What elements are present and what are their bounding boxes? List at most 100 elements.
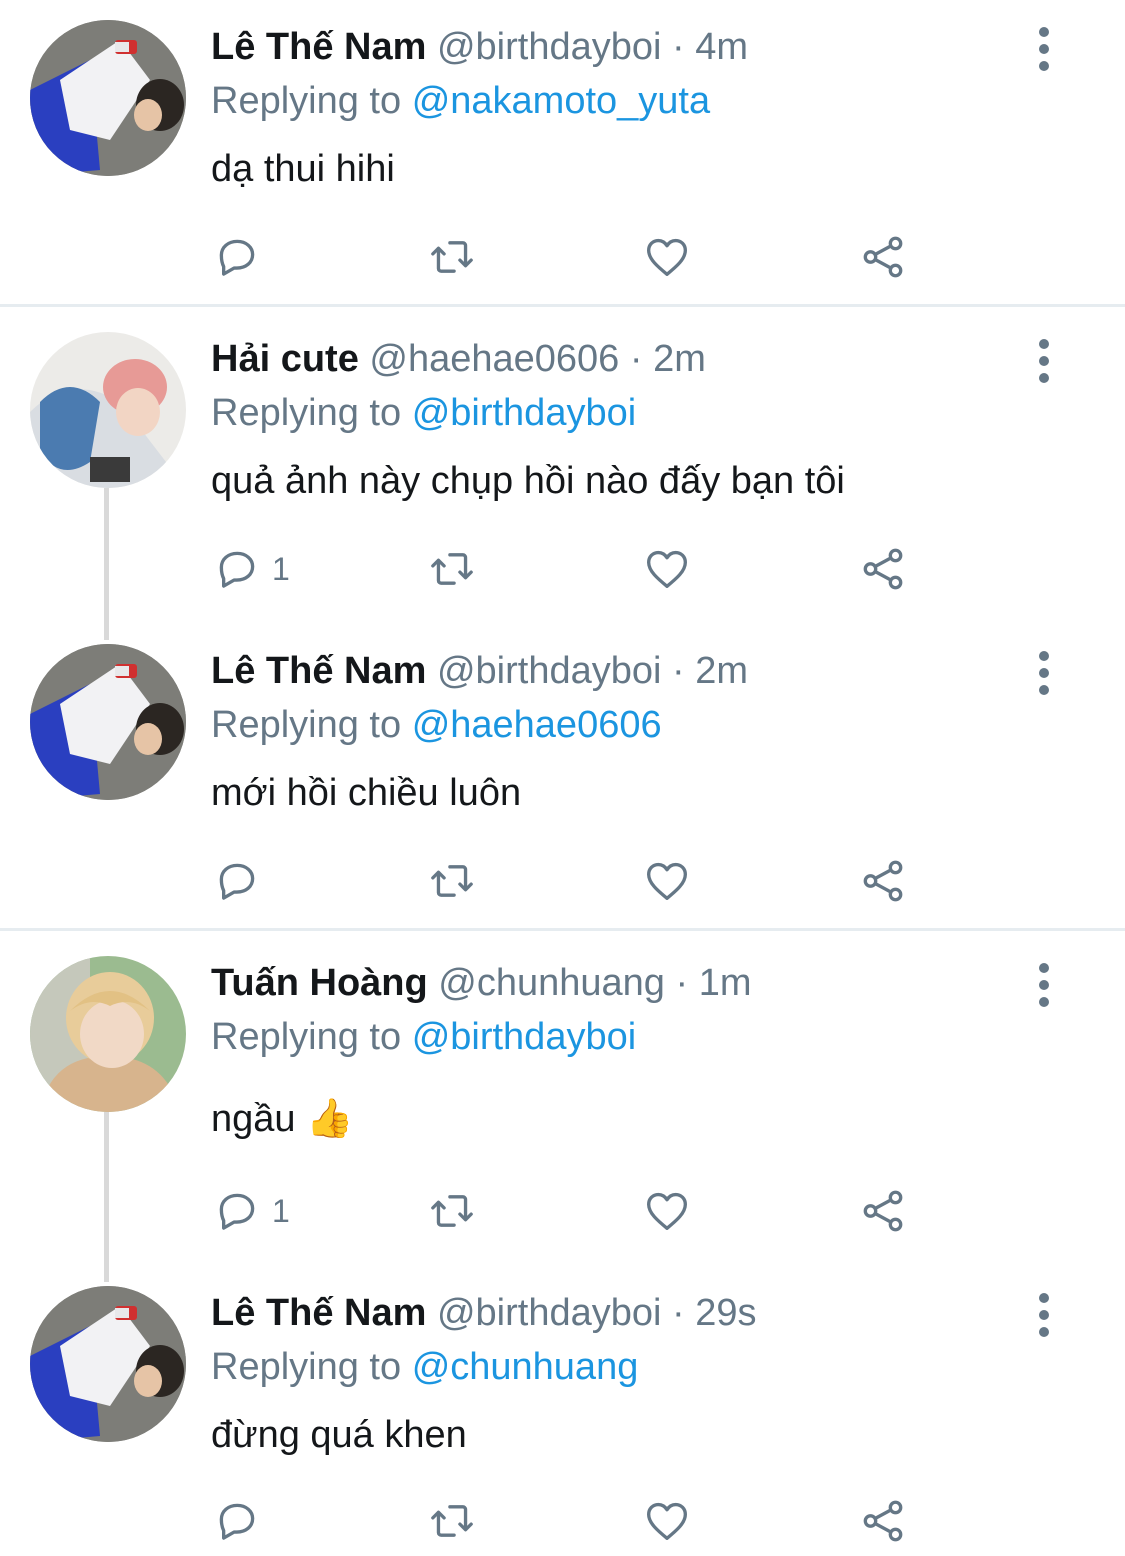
- replying-to: Replying to @chunhuang: [211, 1342, 638, 1392]
- tweet-text: đừng quá khen: [211, 1414, 467, 1456]
- replying-label: Replying to: [211, 1016, 402, 1058]
- tweet-header: Tuấn Hoàng @chunhuang · 1m: [211, 958, 752, 1008]
- share-button[interactable]: [858, 846, 908, 916]
- mention-link[interactable]: @nakamoto_yuta: [412, 80, 710, 122]
- timestamp[interactable]: 4m: [695, 26, 748, 68]
- reply-button[interactable]: [212, 846, 272, 916]
- action-bar: [0, 846, 1125, 916]
- mention-link[interactable]: @haehae0606: [412, 704, 662, 746]
- separator: ·: [672, 1292, 685, 1334]
- display-name[interactable]: Tuấn Hoàng: [211, 962, 428, 1004]
- retweet-icon: [427, 856, 477, 906]
- heart-icon: [642, 232, 692, 282]
- display-name[interactable]: Hải cute: [211, 338, 359, 380]
- more-vertical-icon[interactable]: [1030, 26, 1058, 72]
- display-name[interactable]: Lê Thế Nam: [211, 1292, 426, 1334]
- retweet-button[interactable]: [427, 222, 477, 292]
- separator: ·: [629, 338, 643, 380]
- share-icon: [858, 544, 908, 594]
- share-button[interactable]: [858, 1486, 908, 1556]
- heart-icon: [642, 1496, 692, 1546]
- more-vertical-icon[interactable]: [1030, 338, 1058, 384]
- reply-icon: [212, 232, 262, 282]
- heart-icon: [642, 544, 692, 594]
- retweet-button[interactable]: [427, 534, 477, 604]
- thumbs-up-emoji: 👍: [306, 1098, 354, 1140]
- replying-to: Replying to @birthdayboi: [211, 388, 636, 438]
- display-name[interactable]: Lê Thế Nam: [211, 650, 426, 692]
- tweet[interactable]: Lê Thế Nam @birthdayboi · 2m Replying to…: [0, 624, 1125, 929]
- reply-count: 1: [272, 1192, 290, 1229]
- mention-link[interactable]: @chunhuang: [412, 1346, 639, 1388]
- user-handle[interactable]: @haehae0606: [369, 338, 619, 380]
- separator: ·: [672, 650, 685, 692]
- like-button[interactable]: [642, 846, 692, 916]
- avatar[interactable]: [30, 956, 186, 1112]
- reply-icon: [212, 1496, 262, 1546]
- replying-to: Replying to @nakamoto_yuta: [211, 76, 710, 126]
- timestamp[interactable]: 2m: [695, 650, 748, 692]
- like-button[interactable]: [642, 1486, 692, 1556]
- avatar[interactable]: [30, 20, 186, 176]
- user-handle[interactable]: @chunhuang: [438, 962, 665, 1004]
- timestamp[interactable]: 2m: [653, 338, 706, 380]
- tweet[interactable]: Lê Thế Nam @birthdayboi · 29s Replying t…: [0, 1266, 1125, 1554]
- retweet-button[interactable]: [427, 846, 477, 916]
- tweet[interactable]: Tuấn Hoàng @chunhuang · 1m Replying to @…: [0, 936, 1125, 1266]
- timestamp[interactable]: 29s: [695, 1292, 756, 1334]
- reply-button[interactable]: [212, 1486, 272, 1556]
- retweet-button[interactable]: [427, 1176, 477, 1246]
- action-bar: [0, 1486, 1125, 1556]
- replying-label: Replying to: [211, 1346, 402, 1388]
- user-handle[interactable]: @birthdayboi: [437, 650, 661, 692]
- replying-to: Replying to @haehae0606: [211, 700, 662, 750]
- heart-icon: [642, 856, 692, 906]
- mention-link[interactable]: @birthdayboi: [412, 1016, 636, 1058]
- avatar[interactable]: [30, 644, 186, 800]
- tweet-text: quả ảnh này chụp hồi nào đấy bạn tôi: [211, 460, 845, 502]
- reply-button[interactable]: 1: [212, 1176, 290, 1246]
- retweet-icon: [427, 232, 477, 282]
- action-bar: [0, 222, 1125, 292]
- replying-label: Replying to: [211, 392, 402, 434]
- mention-link[interactable]: @birthdayboi: [412, 392, 636, 434]
- share-icon: [858, 1496, 908, 1546]
- share-icon: [858, 232, 908, 282]
- share-button[interactable]: [858, 222, 908, 292]
- tweet[interactable]: Lê Thế Nam @birthdayboi · 4m Replying to…: [0, 0, 1125, 305]
- avatar[interactable]: [30, 332, 186, 488]
- separator: ·: [672, 26, 685, 68]
- retweet-icon: [427, 544, 477, 594]
- retweet-icon: [427, 1186, 477, 1236]
- reply-button[interactable]: 1: [212, 534, 290, 604]
- like-button[interactable]: [642, 1176, 692, 1246]
- like-button[interactable]: [642, 222, 692, 292]
- tweet-text: dạ thui hihi: [211, 148, 395, 190]
- tweet-text: mới hồi chiều luôn: [211, 772, 522, 814]
- share-button[interactable]: [858, 534, 908, 604]
- heart-icon: [642, 1186, 692, 1236]
- more-vertical-icon[interactable]: [1030, 1292, 1058, 1338]
- user-handle[interactable]: @birthdayboi: [437, 26, 661, 68]
- action-bar: 1: [0, 1176, 1125, 1246]
- replying-label: Replying to: [211, 704, 402, 746]
- share-button[interactable]: [858, 1176, 908, 1246]
- retweet-icon: [427, 1496, 477, 1546]
- reply-icon: [212, 544, 262, 594]
- user-handle[interactable]: @birthdayboi: [437, 1292, 661, 1334]
- more-vertical-icon[interactable]: [1030, 962, 1058, 1008]
- tweet-text: ngầu 👍: [211, 1092, 353, 1146]
- tweet[interactable]: Hải cute @haehae0606 · 2m Replying to @b…: [0, 312, 1125, 624]
- retweet-button[interactable]: [427, 1486, 477, 1556]
- display-name[interactable]: Lê Thế Nam: [211, 26, 426, 68]
- more-vertical-icon[interactable]: [1030, 650, 1058, 696]
- avatar[interactable]: [30, 1286, 186, 1442]
- reply-icon: [212, 1186, 262, 1236]
- reply-button[interactable]: [212, 222, 272, 292]
- like-button[interactable]: [642, 534, 692, 604]
- timestamp[interactable]: 1m: [699, 962, 752, 1004]
- tweet-header: Lê Thế Nam @birthdayboi · 29s: [211, 1288, 757, 1338]
- divider: [0, 304, 1125, 307]
- tweet-header: Lê Thế Nam @birthdayboi · 2m: [211, 646, 748, 696]
- tweet-header: Lê Thế Nam @birthdayboi · 4m: [211, 22, 748, 72]
